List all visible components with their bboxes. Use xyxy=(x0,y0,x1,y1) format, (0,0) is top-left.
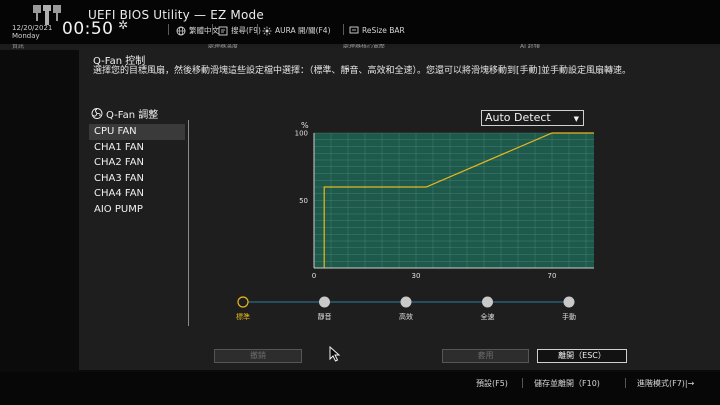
search-button[interactable]: 搜尋(F9) xyxy=(218,25,261,36)
date-label: 12/20/2021 xyxy=(12,24,53,32)
slider-stop-label: 全速 xyxy=(481,312,495,321)
tuf-logo-icon xyxy=(33,5,61,25)
fan-item-cha3-fan[interactable]: CHA3 FAN xyxy=(89,171,185,187)
apply-button[interactable]: 套用 xyxy=(442,349,529,363)
header-separator xyxy=(343,24,344,35)
fan-icon xyxy=(91,108,103,119)
y-axis-label: % xyxy=(301,121,309,130)
save-exit-button[interactable]: 儲存並離開（F10) xyxy=(534,378,600,389)
advanced-mode-button[interactable]: 進階模式(F7)|→ xyxy=(637,378,694,389)
x-tick-label: 70 xyxy=(548,272,557,278)
y-tick-label: 100 xyxy=(295,130,308,138)
aura-toggle-button[interactable]: AURA 開/關(F4) xyxy=(262,25,331,36)
language-label: 繁體中文 xyxy=(189,26,219,35)
globe-icon xyxy=(176,26,186,35)
aura-label: AURA 開/關(F4) xyxy=(275,26,331,35)
mouse-cursor-icon xyxy=(329,346,341,362)
header-separator xyxy=(257,24,258,35)
clock-settings-icon[interactable]: ✲ xyxy=(118,18,128,32)
slider-stop-handle[interactable] xyxy=(482,296,493,308)
bottom-bar: 預設(F5) 儲存並離開（F10) 進階模式(F7)|→ xyxy=(0,372,720,405)
undo-button[interactable]: 撤銷 xyxy=(214,349,302,363)
default-button[interactable]: 預設(F5) xyxy=(476,378,508,389)
resize-bar-icon xyxy=(349,26,359,34)
vertical-divider xyxy=(188,120,189,326)
chart-grid xyxy=(313,132,594,269)
slider-stop-handle[interactable] xyxy=(237,296,249,308)
header-separator xyxy=(168,24,169,35)
search-icon xyxy=(218,26,228,35)
fan-curve-chart[interactable]: 0307010050100%°C xyxy=(214,118,594,278)
footer-separator xyxy=(522,378,523,388)
fan-list: CPU FAN CHA1 FAN CHA2 FAN CHA3 FAN CHA4 … xyxy=(89,124,185,217)
profile-slider[interactable]: 標準 靜音 高效 全速 手動 xyxy=(229,293,589,323)
slider-stops: 標準 靜音 高效 全速 手動 xyxy=(236,296,576,321)
aura-icon xyxy=(262,26,272,35)
x-tick-label: 0 xyxy=(312,272,316,278)
weekday-label: Monday xyxy=(12,32,40,40)
slider-stop-label: 高效 xyxy=(399,312,413,321)
clock: 00:50 xyxy=(62,19,114,39)
fan-item-aio-pump[interactable]: AIO PUMP xyxy=(89,202,185,218)
slider-stop-handle[interactable] xyxy=(400,296,412,308)
slider-stop-label: 靜音 xyxy=(318,312,332,321)
fan-item-cha1-fan[interactable]: CHA1 FAN xyxy=(89,140,185,156)
qfan-control-dialog: Q-Fan 控制 選擇您的目標風扇，然後移動滑塊這些設定檔中選擇：（標準、靜音、… xyxy=(79,48,720,370)
fan-item-cha2-fan[interactable]: CHA2 FAN xyxy=(89,155,185,171)
app-title: UEFI BIOS Utility — EZ Mode xyxy=(88,8,264,22)
qfan-heading: Q-Fan 調整 xyxy=(91,106,158,121)
dialog-description: 選擇您的目標風扇，然後移動滑塊這些設定檔中選擇：（標準、靜音、高效和全速）。您還… xyxy=(93,66,632,76)
tab-info: 資訊 xyxy=(12,44,25,50)
footer-separator xyxy=(625,378,626,388)
fan-item-cpu-fan[interactable]: CPU FAN xyxy=(89,124,185,140)
resize-bar-label: ReSize BAR xyxy=(362,25,405,35)
slider-stop-handle[interactable] xyxy=(563,296,575,308)
y-tick-label: 50 xyxy=(299,197,308,205)
top-header: UEFI BIOS Utility — EZ Mode 12/20/2021 M… xyxy=(0,0,720,44)
fan-item-cha4-fan[interactable]: CHA4 FAN xyxy=(89,186,185,202)
qfan-heading-label: Q-Fan 調整 xyxy=(106,110,159,121)
slider-stop-label: 手動 xyxy=(562,312,576,321)
header-separator xyxy=(212,24,213,35)
slider-stop-handle[interactable] xyxy=(319,296,330,308)
resize-bar-button[interactable]: ReSize BAR xyxy=(349,25,405,35)
slider-stop-label: 標準 xyxy=(236,312,250,321)
x-tick-label: 30 xyxy=(412,272,421,278)
close-button[interactable]: 離開（ESC） xyxy=(537,349,627,363)
